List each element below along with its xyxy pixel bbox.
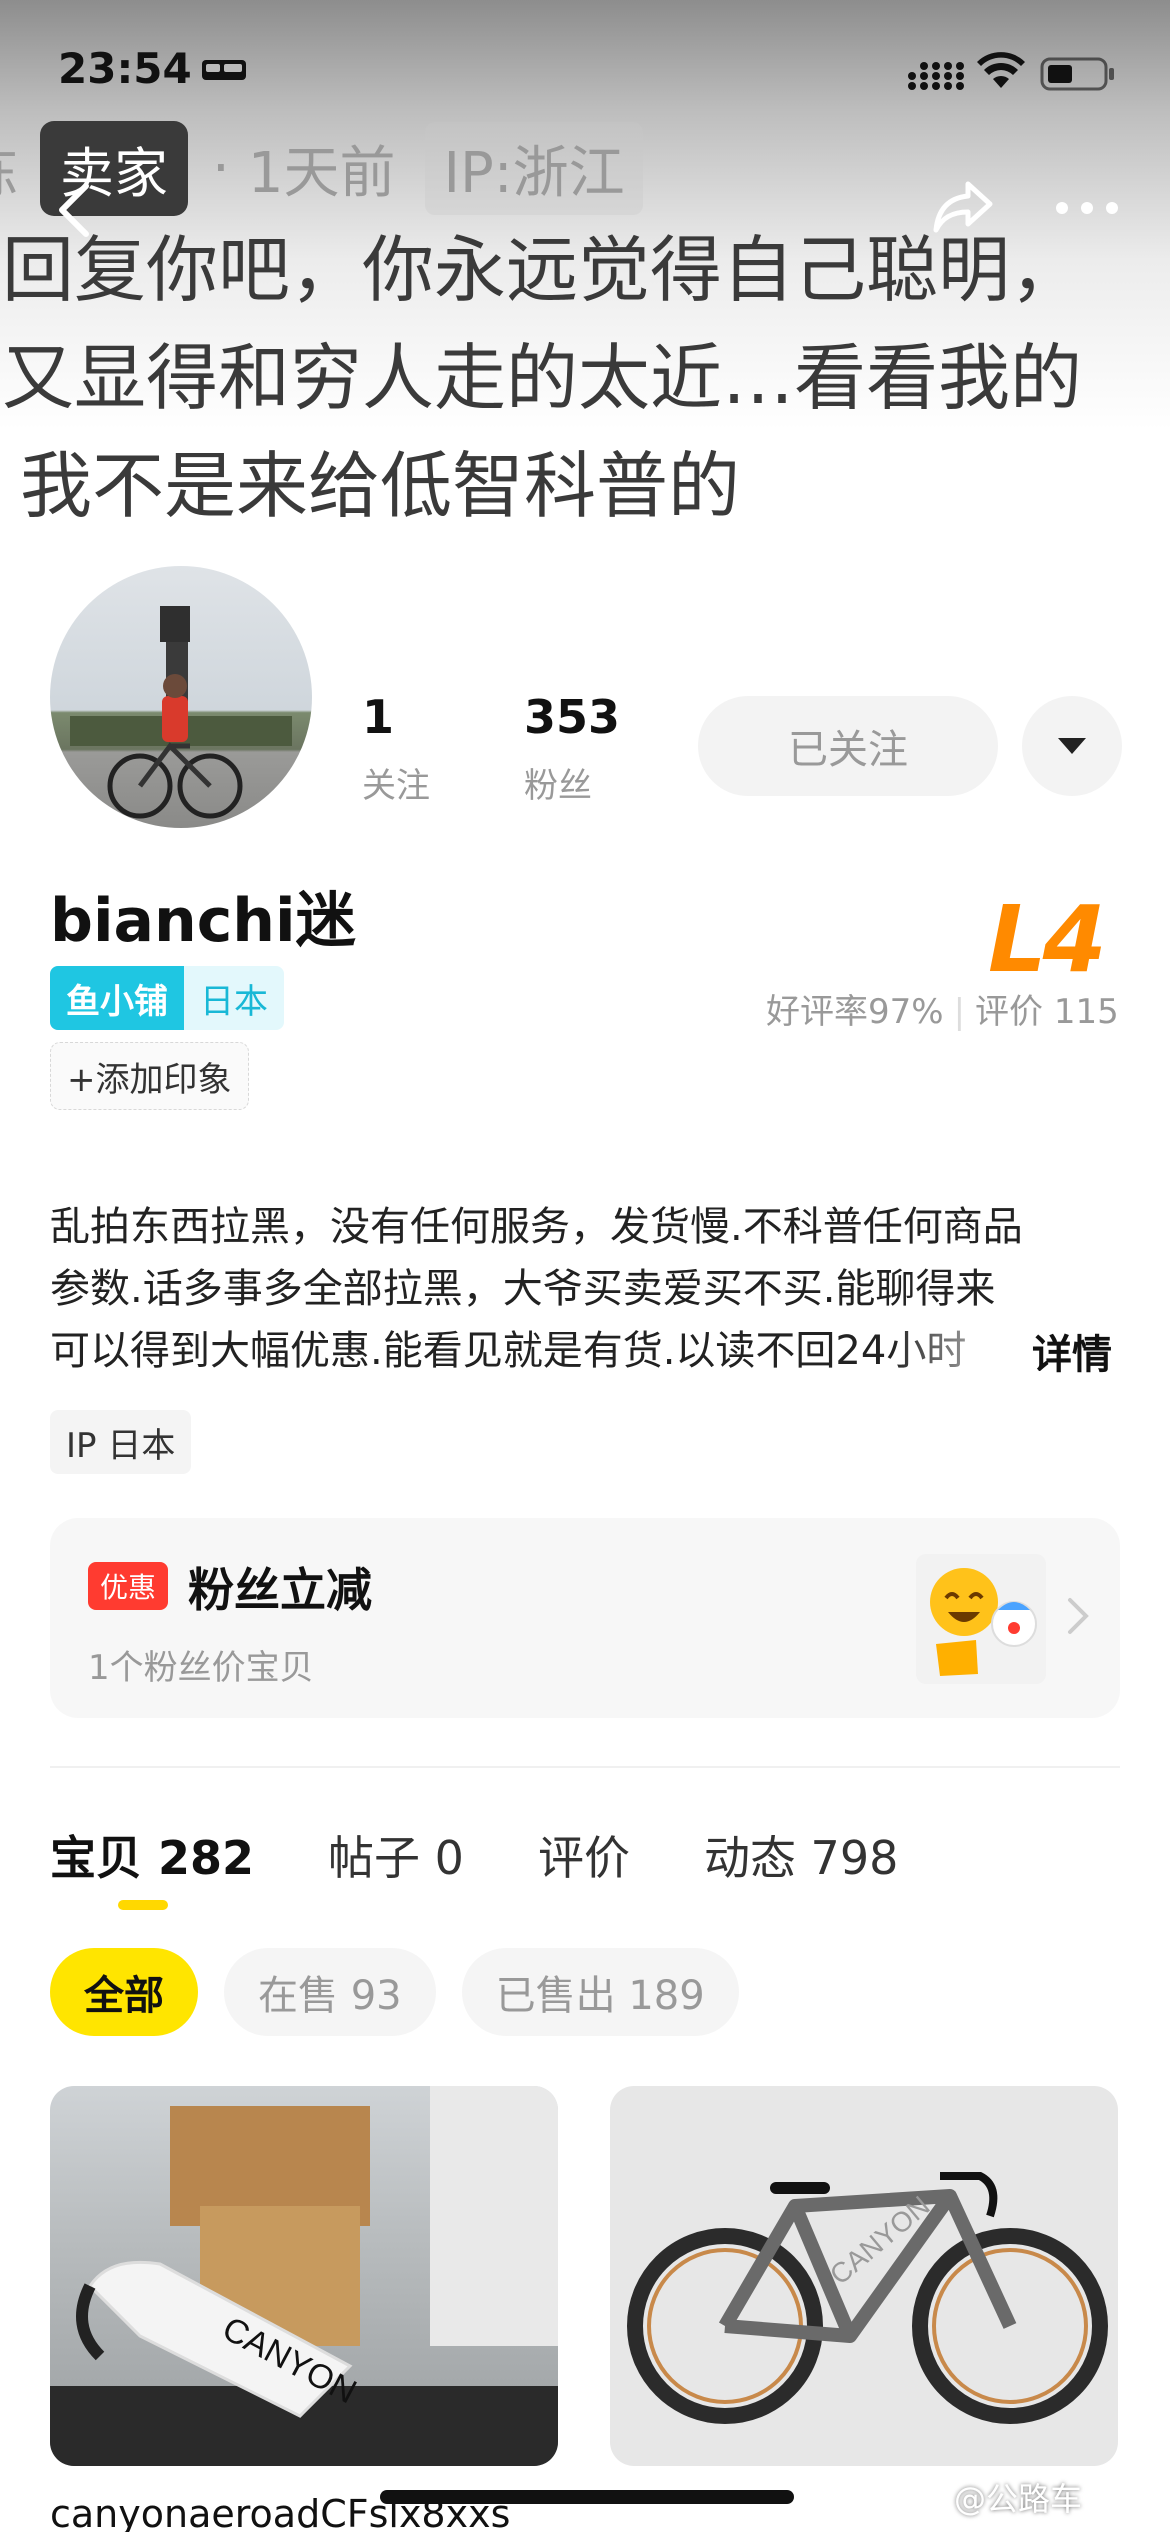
tab-activity[interactable]: 动态 798 xyxy=(704,1822,898,1888)
fans-discount-card[interactable]: 优惠 粉丝立减 1个粉丝价宝贝 xyxy=(50,1518,1120,1718)
status-bar: 23:54 xyxy=(0,0,1170,150)
product-image: CANYON xyxy=(50,2086,558,2466)
tab-reviews[interactable]: 评价 xyxy=(538,1822,630,1888)
bio-line-1: 乱拍东西拉黑，没有任何服务，发货慢.不科普任何商品 xyxy=(50,1204,1023,1250)
rating-info[interactable]: 好评率97% | 评价 115 xyxy=(766,984,1119,1033)
fans-label: 粉丝 xyxy=(524,766,592,806)
item-filters: 全部 在售 93 已售出 189 xyxy=(50,1948,765,2036)
shop-tag[interactable]: 鱼小铺 日本 xyxy=(50,966,284,1030)
follow-button[interactable]: 已关注 xyxy=(698,696,998,796)
status-time: 23:54 xyxy=(58,44,192,93)
product-card[interactable]: CANYON xyxy=(50,2086,558,2466)
review-count: 评价 115 xyxy=(975,992,1119,1032)
promo-subtitle: 1个粉丝价宝贝 xyxy=(88,1648,314,1688)
following-label: 关注 xyxy=(362,766,430,806)
discount-badge: 优惠 xyxy=(88,1562,169,1610)
shop-tag-label: 鱼小铺 xyxy=(50,966,184,1030)
content-tabs: 宝贝 282 帖子 0 评价 动态 798 xyxy=(50,1822,972,1888)
bio-line-3: 可以得到大幅优惠.能看见就是有货.以读不回24小时 xyxy=(50,1328,967,1374)
wifi-icon xyxy=(977,52,1025,88)
tab-items[interactable]: 宝贝 282 xyxy=(50,1822,254,1888)
avatar[interactable] xyxy=(50,566,312,828)
battery-icon xyxy=(1040,57,1114,91)
watermark: @公路车 xyxy=(954,2480,1083,2518)
caret-down-icon xyxy=(1058,738,1086,754)
following-stat[interactable]: 1 关注 xyxy=(362,690,430,807)
level-badge[interactable]: L4 xyxy=(988,886,1107,993)
tab-posts[interactable]: 帖子 0 xyxy=(328,1822,464,1888)
filter-on-sale[interactable]: 在售 93 xyxy=(224,1948,436,2036)
chevron-right-icon xyxy=(1068,1598,1089,1634)
ip-location-chip: IP 日本 xyxy=(50,1410,192,1474)
bio: 乱拍东西拉黑，没有任何服务，发货慢.不科普任何商品 参数.话多事多全部拉黑，大爷… xyxy=(50,1196,1120,1382)
cellular-signal-icon xyxy=(908,62,964,90)
fans-count: 353 xyxy=(524,690,621,744)
sleep-mode-icon xyxy=(202,60,246,80)
product-image: CANYON xyxy=(627,2172,1108,2424)
more-icon[interactable] xyxy=(1052,196,1122,220)
bio-details-link[interactable]: 详情 xyxy=(1032,1322,1112,1380)
shop-tag-location: 日本 xyxy=(184,966,284,1030)
back-icon[interactable] xyxy=(50,180,100,240)
more-options-button[interactable] xyxy=(1022,696,1122,796)
banner-line-2: 又显得和穷人走的太近…看看我的 xyxy=(2,336,1083,420)
promo-title: 粉丝立减 xyxy=(188,1563,372,1617)
avatar-photo xyxy=(70,606,292,819)
fans-stat[interactable]: 353 粉丝 xyxy=(524,690,620,807)
good-rate: 好评率97% xyxy=(766,992,944,1032)
home-indicator[interactable] xyxy=(380,2490,794,2504)
divider xyxy=(50,1766,1120,1768)
filter-all[interactable]: 全部 xyxy=(50,1948,198,2036)
emoji-sticker-icon xyxy=(916,1554,1046,1684)
active-tab-indicator xyxy=(118,1900,168,1910)
product-card[interactable]: CANYON xyxy=(610,2086,1118,2466)
following-count: 1 xyxy=(362,690,395,744)
share-icon[interactable] xyxy=(930,176,996,236)
banner-line-3: 我不是来给低智科普的 xyxy=(20,444,741,528)
bio-line-2: 参数.话多事多全部拉黑，大爷买卖爱买不买.能聊得来 xyxy=(50,1266,996,1312)
username: bianchi迷 xyxy=(50,886,356,956)
add-impression-button[interactable]: +添加印象 xyxy=(50,1042,249,1110)
filter-sold[interactable]: 已售出 189 xyxy=(461,1948,739,2036)
